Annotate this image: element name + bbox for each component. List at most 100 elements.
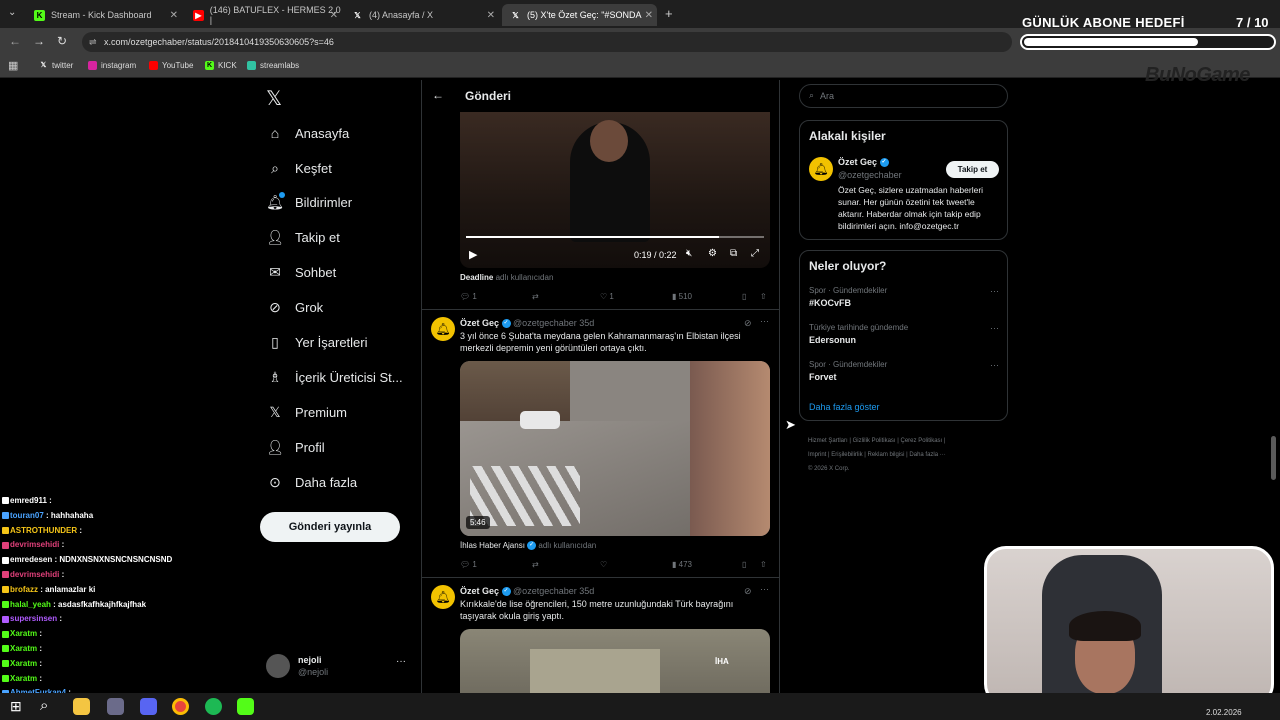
nav-messages[interactable]: ✉ Sohbet	[266, 261, 336, 283]
tab-search-icon[interactable]: ⌄	[8, 7, 16, 18]
close-icon[interactable]: ✕	[645, 10, 653, 21]
nav-bookmarks[interactable]: ▯ Yer İşaretleri	[266, 331, 367, 353]
retweet-icon[interactable]: ⇄	[532, 292, 539, 301]
video-progress-track[interactable]	[466, 236, 764, 238]
chat-username[interactable]: supersinsen	[10, 614, 57, 623]
url-field[interactable]: ⇌ x.com/ozetgechaber/status/201841041935…	[82, 32, 1012, 52]
grok-icon[interactable]: ⊘	[744, 318, 752, 329]
footer-link[interactable]: Imprint	[808, 452, 826, 458]
close-icon[interactable]: ✕	[487, 10, 495, 21]
follow-button[interactable]: Takip et	[946, 161, 999, 178]
footer-link[interactable]: Gizlilik Politikası	[853, 438, 896, 444]
reply-button[interactable]: 💬︎ 1	[460, 560, 477, 569]
author-handle[interactable]: @ozetgechaber	[513, 586, 577, 596]
more-dots-icon[interactable]: ···	[990, 323, 999, 333]
search-icon[interactable]: ⌕	[40, 697, 48, 714]
nav-grok[interactable]: ⊘ Grok	[266, 296, 323, 318]
author-name[interactable]: Özet Geç	[460, 318, 499, 328]
app-icon[interactable]	[107, 698, 124, 715]
video-player-3[interactable]: İHA	[460, 629, 770, 693]
more-dots-icon[interactable]: ···	[990, 360, 999, 370]
avatar[interactable]: 🔔︎	[809, 157, 833, 181]
chat-username[interactable]: Xaratm	[10, 659, 37, 668]
chrome-icon[interactable]	[172, 698, 189, 715]
forward-arrow-icon[interactable]: →	[33, 34, 45, 48]
back-arrow-icon[interactable]: ←	[9, 34, 21, 48]
video-player-1[interactable]: ▶ 0:19 / 0:22 🔇︎ ⚙ ⧉ ⤢	[460, 112, 770, 268]
more-dots-icon[interactable]: ···	[760, 316, 769, 326]
spotify-icon[interactable]	[205, 698, 222, 715]
nav-profile[interactable]: 👤︎ Profil	[266, 436, 325, 458]
footer-link[interactable]: Daha fazla ···	[909, 452, 945, 458]
reply-button[interactable]: 💬︎ 1	[460, 292, 477, 301]
person-handle[interactable]: @ozetgechaber	[838, 170, 902, 180]
search-box[interactable]: ⌕ Ara	[799, 84, 1008, 108]
bookmark-twitter[interactable]: 𝕏twitter	[39, 61, 74, 70]
avatar[interactable]: 🔔︎	[431, 585, 455, 609]
source-name[interactable]: Deadline	[460, 273, 493, 282]
new-tab-icon[interactable]: +	[665, 6, 673, 21]
windows-start-icon[interactable]: ⊞	[10, 698, 22, 715]
trend-item[interactable]: Spor · Gündemdekiler #KOCvFB ···	[809, 286, 999, 308]
nav-home[interactable]: ⌂ Anasayfa	[266, 122, 349, 144]
nav-notifications[interactable]: 🔔︎ Bildirimler	[266, 191, 352, 213]
bookmark-icon[interactable]: ▯	[742, 292, 746, 301]
like-button[interactable]: ♡ 1	[600, 292, 614, 301]
tab-youtube[interactable]: ▶ (146) BATUFLEX - HERMES 2.0 | ✕	[185, 4, 342, 26]
chat-username[interactable]: devrimsehidi	[10, 540, 59, 549]
bookmark-youtube[interactable]: YouTube	[149, 61, 193, 70]
tweet-age[interactable]: 35d	[579, 318, 594, 328]
tab-x-status[interactable]: 𝕏 (5) X'te Özet Geç: "#SONDAKİK ✕	[502, 4, 657, 26]
footer-link[interactable]: Hizmet Şartları	[808, 438, 848, 444]
mute-icon[interactable]: 🔇︎	[686, 248, 692, 259]
source-name[interactable]: İhlas Haber Ajansı	[460, 541, 525, 550]
close-icon[interactable]: ✕	[330, 10, 338, 21]
nav-more[interactable]: ⊙ Daha fazla	[266, 471, 357, 493]
trend-item[interactable]: Spor · Gündemdekiler Forvet ···	[809, 360, 999, 382]
bookmark-streamlabs[interactable]: streamlabs	[247, 61, 299, 70]
apps-grid-icon[interactable]: ▦	[8, 59, 18, 72]
author-handle[interactable]: @ozetgechaber	[513, 318, 577, 328]
chat-username[interactable]: Xaratm	[10, 674, 37, 683]
footer-link[interactable]: Çerez Politikası	[901, 438, 943, 444]
page-scrollbar[interactable]	[1271, 436, 1276, 480]
chat-username[interactable]: Xaratm	[10, 644, 37, 653]
chat-username[interactable]: emred911	[10, 496, 47, 505]
back-arrow-icon[interactable]: ←	[432, 88, 444, 102]
x-logo-icon[interactable]: 𝕏	[266, 86, 282, 111]
nav-explore[interactable]: ⌕ Keşfet	[266, 157, 332, 179]
retweet-icon[interactable]: ⇄	[532, 560, 539, 569]
file-explorer-icon[interactable]	[73, 698, 90, 715]
nav-follow[interactable]: 👤︎ Takip et	[266, 226, 340, 248]
chat-username[interactable]: ASTROTHUNDER	[10, 526, 77, 535]
grok-icon[interactable]: ⊘	[744, 586, 752, 597]
bookmark-instagram[interactable]: instagram	[88, 61, 136, 70]
show-more-link[interactable]: Daha fazla göster	[809, 402, 880, 412]
avatar[interactable]: 🔔︎	[431, 317, 455, 341]
tab-x-home[interactable]: 𝕏 (4) Anasayfa / X ✕	[344, 4, 499, 26]
chat-username[interactable]: halal_yeah	[10, 600, 51, 609]
kick-app-icon[interactable]	[237, 698, 254, 715]
bookmark-kick[interactable]: K KICK	[205, 61, 237, 70]
footer-link[interactable]: Erişilebilirlik	[831, 452, 862, 458]
more-dots-icon[interactable]: ···	[396, 656, 406, 667]
reload-icon[interactable]: ↻	[57, 34, 67, 48]
discord-icon[interactable]	[140, 698, 157, 715]
close-icon[interactable]: ✕	[170, 10, 178, 21]
views-button[interactable]: ▮ 510	[672, 292, 692, 301]
play-icon[interactable]: ▶	[469, 248, 477, 261]
chat-username[interactable]: Xaratm	[10, 629, 37, 638]
picture-in-picture-icon[interactable]: ⧉	[730, 248, 737, 259]
like-button[interactable]: ♡	[600, 560, 607, 569]
more-dots-icon[interactable]: ···	[760, 584, 769, 594]
more-dots-icon[interactable]: ···	[990, 286, 999, 296]
fullscreen-icon[interactable]: ⤢	[751, 248, 759, 259]
chat-username[interactable]: emredesen	[10, 555, 52, 564]
settings-gear-icon[interactable]: ⚙	[708, 248, 717, 259]
tweet-age[interactable]: 35d	[579, 586, 594, 596]
tab-kick-dashboard[interactable]: K Stream - Kick Dashboard ✕	[26, 4, 182, 26]
chat-username[interactable]: touran07	[10, 511, 44, 520]
video-player-2[interactable]: 5:46	[460, 361, 770, 536]
account-switcher[interactable]: nejoli @nejoli ···	[266, 652, 410, 682]
views-button[interactable]: ▮ 473	[672, 560, 692, 569]
